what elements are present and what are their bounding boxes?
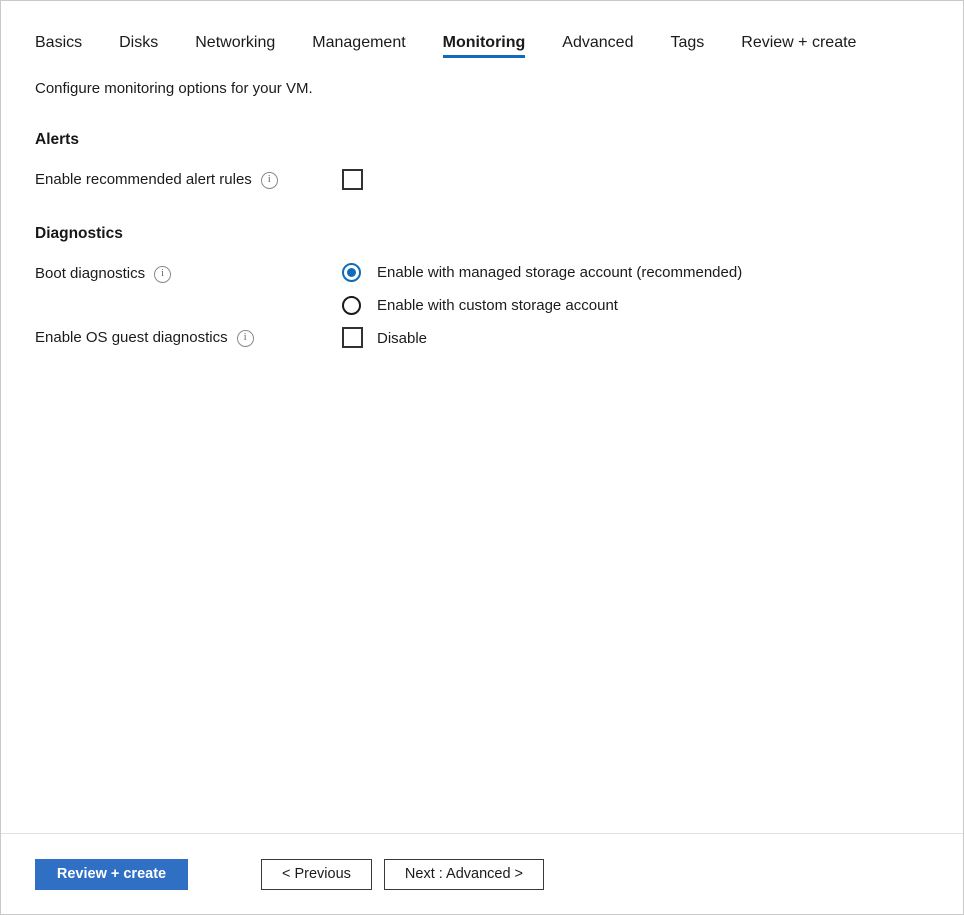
wizard-tab-strip: Basics Disks Networking Management Monit… [1,1,963,65]
previous-button[interactable]: < Previous [261,859,372,890]
field-enable-recommended-alert-rules: Enable recommended alert rules [35,169,929,193]
control-column [342,169,363,190]
control-column [342,327,363,348]
tab-label: Management [312,34,405,51]
tab-advanced[interactable]: Advanced [562,35,633,65]
info-icon[interactable] [261,172,278,189]
field-label: Enable recommended alert rules [35,169,278,191]
vm-create-monitoring-page: Basics Disks Networking Management Monit… [0,0,964,915]
page-content: Configure monitoring options for your VM… [1,65,963,833]
page-description: Configure monitoring options for your VM… [35,79,929,99]
field-enable-os-guest-diagnostics: Enable OS guest diagnostics [35,327,929,351]
radio-button[interactable] [342,296,361,315]
tab-label: Tags [670,34,704,51]
tab-basics[interactable]: Basics [35,35,82,65]
tab-label: Review + create [741,34,856,51]
radio-label: Enable with custom storage account [377,296,618,315]
tab-networking[interactable]: Networking [195,35,275,65]
boot-diagnostics-label: Boot diagnostics [35,263,145,285]
info-icon[interactable] [237,330,254,347]
enable-recommended-alert-rules-checkbox[interactable] [342,169,363,190]
info-icon[interactable] [154,266,171,283]
tab-disks[interactable]: Disks [119,35,158,65]
tab-label: Basics [35,34,82,51]
tab-label: Monitoring [443,34,526,51]
radio-label: Enable with managed storage account (rec… [377,263,742,282]
radio-option-custom-storage[interactable]: Enable with custom storage account [342,296,742,315]
tab-review-create[interactable]: Review + create [741,35,856,65]
enable-os-guest-diagnostics-checkbox[interactable] [342,327,363,348]
enable-recommended-alert-rules-label: Enable recommended alert rules [35,169,252,191]
section-title-alerts: Alerts [35,131,929,149]
field-boot-diagnostics: Boot diagnostics Enable with managed sto… [35,263,929,287]
next-advanced-button[interactable]: Next : Advanced > [384,859,544,890]
review-create-button[interactable]: Review + create [35,859,188,890]
radio-option-managed-storage[interactable]: Enable with managed storage account (rec… [342,263,742,282]
field-label: Boot diagnostics [35,263,171,285]
section-title-diagnostics: Diagnostics [35,225,929,243]
tab-label: Disks [119,34,158,51]
tab-monitoring[interactable]: Monitoring [443,35,526,65]
radio-button[interactable] [342,263,361,282]
field-label: Enable OS guest diagnostics [35,327,254,349]
wizard-footer: Review + create < Previous Next : Advanc… [1,833,963,914]
tab-management[interactable]: Management [312,35,405,65]
tab-label: Advanced [562,34,633,51]
enable-os-guest-diagnostics-label: Enable OS guest diagnostics [35,327,228,349]
tab-tags[interactable]: Tags [670,35,704,65]
tab-label: Networking [195,34,275,51]
